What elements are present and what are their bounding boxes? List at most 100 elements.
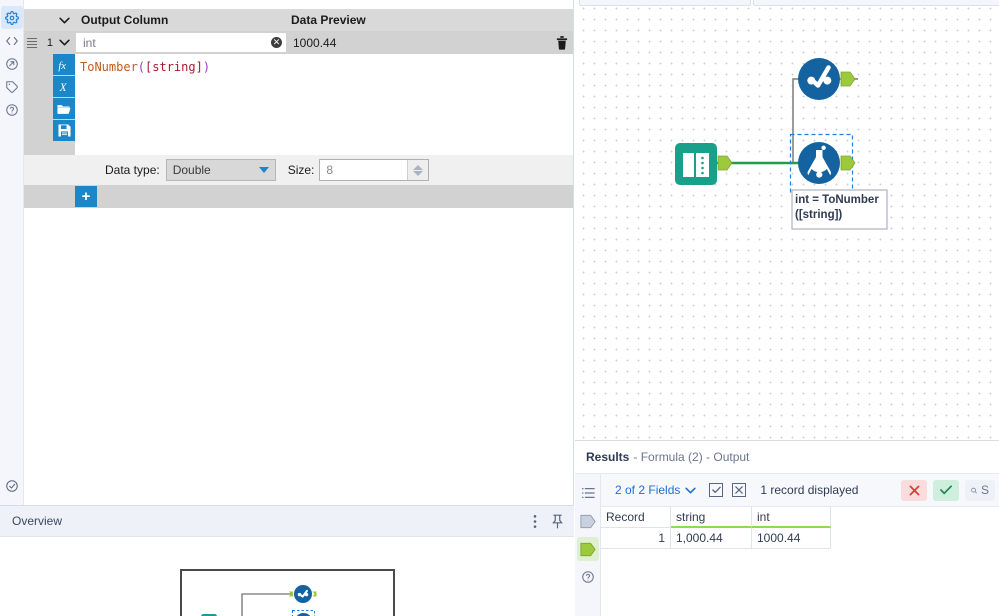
text-input-tool: [675, 143, 733, 185]
output-column-input[interactable]: int ✕: [76, 33, 286, 52]
formula-grid: Output Column Data Preview 1 int ✕ 1000.…: [24, 0, 573, 505]
cell-int: 1000.44: [752, 528, 831, 549]
search-input[interactable]: S: [965, 479, 995, 501]
cell-record: 1: [601, 528, 671, 549]
results-header: Results - Formula (2) - Output: [575, 441, 999, 474]
formula-row: 1 int ✕ 1000.44: [24, 31, 573, 54]
row-number: 1: [46, 36, 53, 49]
row-chevron-down-icon[interactable]: [53, 31, 75, 54]
output-column-value: int: [83, 35, 96, 50]
results-body: 2 of 2 Fields 1 record displayed S Recor…: [575, 474, 999, 616]
table-row[interactable]: 1 1,000.44 1000.44: [601, 528, 999, 549]
stepper-down-icon[interactable]: [413, 170, 424, 176]
overview-title: Overview: [12, 514, 63, 528]
formula-editor-area: fx X ToNumber([string]): [24, 54, 573, 155]
overview-viewport-rect[interactable]: int = ToNumber ([string]): [180, 569, 395, 616]
add-row-bar: +: [24, 185, 573, 208]
formula-toolbar: fx X: [53, 54, 75, 142]
formula-tool: [789, 133, 856, 194]
size-input[interactable]: 8: [319, 159, 430, 181]
application-window: Output Column Data Preview 1 int ✕ 1000.…: [0, 0, 999, 616]
formula-token-close-paren: ): [202, 60, 211, 74]
add-formula-row-button[interactable]: +: [75, 186, 97, 207]
delete-row-trash-icon[interactable]: [551, 35, 573, 50]
check-circle-icon[interactable]: [1, 474, 23, 497]
overview-header: Overview: [0, 506, 574, 537]
svg-text:fx: fx: [58, 60, 66, 71]
config-tool-rail: [0, 0, 24, 505]
header-gutter: [24, 9, 53, 31]
data-type-value: Double: [172, 163, 211, 177]
header-data-preview: Data Preview: [291, 13, 366, 27]
column-header-int[interactable]: int: [752, 507, 831, 528]
grid-header-row: Output Column Data Preview: [24, 9, 573, 31]
stepper-up-icon[interactable]: [413, 164, 424, 170]
header-output-column: Output Column: [81, 13, 169, 27]
data-type-label: Data type:: [105, 163, 160, 177]
chevron-down-icon: [258, 167, 269, 173]
annotation-line-1: int = ToNumber: [795, 194, 879, 206]
size-stepper[interactable]: [407, 160, 429, 180]
input-anchor-icon[interactable]: [577, 509, 599, 533]
open-folder-icon[interactable]: [53, 98, 75, 119]
workflow-canvas[interactable]: int = ToNumber ([string]): [575, 0, 999, 440]
column-header-string[interactable]: string: [671, 507, 752, 528]
header-chevron-down-icon[interactable]: [53, 9, 75, 31]
check-icon[interactable]: [933, 479, 959, 501]
x-icon[interactable]: [901, 479, 927, 501]
help-icon[interactable]: [577, 565, 599, 589]
list-icon[interactable]: [577, 481, 599, 505]
checkbox-checked-icon[interactable]: [709, 483, 724, 497]
fields-selector-label: 2 of 2 Fields: [615, 483, 681, 497]
fields-selector[interactable]: 2 of 2 Fields: [615, 483, 697, 497]
formula-token-field: [string]: [145, 60, 203, 74]
checkbox-x-icon[interactable]: [732, 483, 747, 497]
formula-annotation-label: int = ToNumber ([string]): [795, 193, 887, 223]
data-type-controls: Data type: Double Size: 8: [75, 155, 573, 185]
results-table-header: Record string int: [601, 507, 999, 528]
data-type-row-bg: Data type: Double Size: 8: [24, 155, 573, 185]
annotation-line-2: ([string]): [795, 209, 843, 221]
help-icon[interactable]: [1, 98, 23, 121]
chevron-down-icon: [685, 487, 697, 493]
results-title: Results: [586, 450, 630, 464]
search-icon: [971, 487, 977, 493]
results-subtitle: - Formula (2) - Output: [633, 450, 750, 464]
results-toolbar-right: S: [901, 479, 999, 501]
workflow-diagram: [675, 58, 888, 230]
output-anchor-icon[interactable]: [576, 537, 599, 561]
data-type-select[interactable]: Double: [165, 159, 276, 181]
browse-tool: [798, 58, 856, 100]
output-icon[interactable]: [1, 52, 23, 75]
kebab-menu-icon[interactable]: [533, 514, 537, 529]
results-panel: Results - Formula (2) - Output 2 of 2 Fi…: [575, 440, 999, 616]
results-main: 2 of 2 Fields 1 record displayed S Recor…: [601, 474, 999, 616]
configuration-panel: Output Column Data Preview 1 int ✕ 1000.…: [0, 0, 574, 505]
row-drag-handle[interactable]: [24, 31, 40, 54]
save-icon[interactable]: [53, 120, 75, 141]
gear-icon[interactable]: [0, 6, 23, 29]
pin-icon[interactable]: [551, 514, 564, 529]
overview-mini-workflow: int = ToNumber ([string]): [201, 585, 317, 616]
formula-token-open-paren: (: [137, 60, 146, 74]
overview-panel: Overview: [0, 505, 574, 616]
code-icon[interactable]: [1, 29, 23, 52]
column-header-record[interactable]: Record: [601, 507, 671, 528]
size-value: 8: [326, 163, 334, 177]
svg-text:X: X: [59, 81, 68, 93]
fx-icon[interactable]: fx: [53, 54, 75, 75]
cell-string: 1,000.44: [671, 528, 752, 549]
formula-token-function: ToNumber: [80, 60, 138, 74]
size-label: Size:: [287, 163, 315, 177]
record-count-label: 1 record displayed: [760, 483, 859, 497]
formula-expression[interactable]: ToNumber([string]): [75, 54, 573, 155]
clear-field-icon[interactable]: ✕: [271, 37, 282, 48]
tag-icon[interactable]: [1, 75, 23, 98]
results-toolbar: 2 of 2 Fields 1 record displayed S: [601, 474, 999, 507]
results-table: Record string int 1 1,000.44 1000.44: [601, 507, 999, 549]
results-tool-rail: [575, 474, 601, 616]
overview-canvas[interactable]: int = ToNumber ([string]): [0, 537, 574, 616]
variable-icon[interactable]: X: [53, 76, 75, 97]
grid-empty-area: [24, 208, 573, 505]
search-placeholder: S: [980, 483, 989, 497]
